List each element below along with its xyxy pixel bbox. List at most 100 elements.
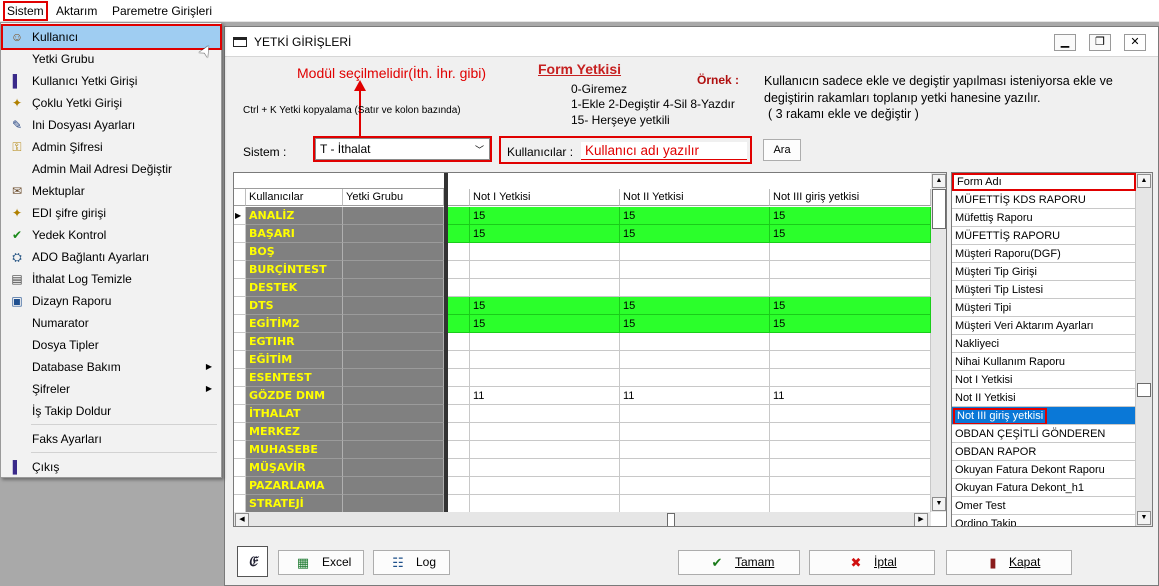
grid-cell-not2[interactable]: 15	[620, 297, 770, 315]
grid-cell-not2[interactable]	[620, 459, 770, 477]
grid-cell-not3[interactable]	[770, 477, 931, 495]
minimize-button[interactable]: ▁	[1054, 34, 1076, 51]
grid-cell-yetki-grubu[interactable]	[343, 369, 444, 387]
grid-cell-not3[interactable]: 15	[770, 315, 931, 333]
grid-cell-user[interactable]: GÖZDE DNM	[246, 387, 343, 405]
grid-cell-not3[interactable]: 15	[770, 297, 931, 315]
grid-cell-not2[interactable]	[620, 423, 770, 441]
grid-cell-not2[interactable]	[620, 405, 770, 423]
grid-cell-not1[interactable]: 15	[470, 207, 620, 225]
grid-cell-user[interactable]: EGİTİM2	[246, 315, 343, 333]
excel-button[interactable]: ▦ Excel	[278, 550, 364, 575]
grid-cell-not1[interactable]	[470, 333, 620, 351]
grid-cell-not3[interactable]: 11	[770, 387, 931, 405]
grid-cell-blank[interactable]	[448, 351, 470, 369]
form-list-item[interactable]: Not I Yetkisi	[952, 371, 1136, 389]
grid-cell-user[interactable]: EGTIHR	[246, 333, 343, 351]
menu-item-12[interactable]: ▣ Dizayn Raporu	[3, 290, 220, 312]
grid-cell-not3[interactable]	[770, 333, 931, 351]
grid-cell-not3[interactable]	[770, 351, 931, 369]
grid-cell-not2[interactable]	[620, 369, 770, 387]
menu-item-9[interactable]: ✔ Yedek Kontrol	[3, 224, 220, 246]
scroll-left-icon[interactable]: ◀	[235, 513, 249, 526]
form-list-item[interactable]: Müşteri Tip Girişi	[952, 263, 1136, 281]
form-list-item[interactable]: Müşteri Tip Listesi	[952, 281, 1136, 299]
row-indicator[interactable]	[234, 243, 246, 261]
grid-cell-not1[interactable]	[470, 279, 620, 297]
grid-cell-user[interactable]: DESTEK	[246, 279, 343, 297]
menu-item-15[interactable]: Database Bakım ▶	[3, 356, 220, 378]
form-list-item[interactable]: Nihai Kullanım Raporu	[952, 353, 1136, 371]
form-list-item[interactable]: Müfettiş Raporu	[952, 209, 1136, 227]
row-indicator[interactable]	[234, 279, 246, 297]
grid-cell-blank[interactable]	[448, 405, 470, 423]
grid-cell-not3[interactable]: 15	[770, 225, 931, 243]
grid-cell-not2[interactable]	[620, 477, 770, 495]
grid-cell-yetki-grubu[interactable]	[343, 297, 444, 315]
grid-cell-not1[interactable]	[470, 369, 620, 387]
tamam-button[interactable]: ✔ Tamam	[678, 550, 800, 575]
grid-cell-blank[interactable]	[448, 495, 470, 513]
form-list-item[interactable]: Okuyan Fatura Dekont_h1	[952, 479, 1136, 497]
grid-cell-not3[interactable]	[770, 441, 931, 459]
menu-item-0[interactable]: ☺ Kullanıcı	[1, 24, 222, 50]
kapat-button[interactable]: ▮ Kapat	[946, 550, 1072, 575]
ara-button[interactable]: Ara	[763, 139, 801, 161]
grid-cell-not2[interactable]: 15	[620, 315, 770, 333]
list-scroll-down-icon[interactable]: ▼	[1137, 511, 1151, 525]
grid-header-kullanicilar[interactable]: Kullanıcılar	[246, 189, 343, 206]
sistem-combo[interactable]: T - İthalat ﹀	[313, 136, 492, 162]
grid-cell-not1[interactable]: 15	[470, 315, 620, 333]
grid-cell-not1[interactable]	[470, 423, 620, 441]
grid-cell-yetki-grubu[interactable]	[343, 441, 444, 459]
grid-cell-not2[interactable]	[620, 333, 770, 351]
menu-item-14[interactable]: Dosya Tipler	[3, 334, 220, 356]
kullanicilar-input[interactable]: Kullanıcı adı yazılır	[581, 142, 747, 160]
scroll-down-icon[interactable]: ▼	[932, 497, 946, 511]
grid-cell-not2[interactable]	[620, 261, 770, 279]
form-list-vscrollbar[interactable]: ▲ ▼	[1136, 173, 1152, 526]
scroll-up-icon[interactable]: ▲	[932, 174, 946, 188]
form-list-item[interactable]: MÜFETTİŞ RAPORU	[952, 227, 1136, 245]
row-indicator[interactable]	[234, 441, 246, 459]
row-indicator[interactable]	[234, 459, 246, 477]
row-indicator[interactable]	[234, 477, 246, 495]
grid-cell-not1[interactable]: 11	[470, 387, 620, 405]
grid-cell-yetki-grubu[interactable]	[343, 477, 444, 495]
grid-cell-yetki-grubu[interactable]	[343, 423, 444, 441]
menu-item-19[interactable]: ▌ Çıkış	[3, 456, 220, 478]
close-button[interactable]: ✕	[1124, 34, 1146, 51]
grid-cell-blank[interactable]	[448, 243, 470, 261]
grid-cell-user[interactable]: İTHALAT	[246, 405, 343, 423]
grid-cell-blank[interactable]	[448, 297, 470, 315]
grid-cell-yetki-grubu[interactable]	[343, 351, 444, 369]
form-list-item[interactable]: MÜFETTİŞ KDS RAPORU	[952, 191, 1136, 209]
grid-cell-not1[interactable]	[470, 477, 620, 495]
menu-aktarim[interactable]: Aktarım	[54, 3, 99, 19]
grid-cell-user[interactable]: DTS	[246, 297, 343, 315]
row-indicator[interactable]	[234, 405, 246, 423]
grid-cell-blank[interactable]	[448, 477, 470, 495]
grid-hscroll-thumb[interactable]	[667, 513, 675, 526]
form-list-item[interactable]: Okuyan Fatura Dekont Raporu	[952, 461, 1136, 479]
grid-cell-not2[interactable]	[620, 351, 770, 369]
grid-cell-not3[interactable]: 15	[770, 207, 931, 225]
row-indicator[interactable]	[234, 333, 246, 351]
grid-cell-not2[interactable]: 11	[620, 387, 770, 405]
grid-cell-blank[interactable]	[448, 225, 470, 243]
menu-item-18[interactable]: Faks Ayarları	[3, 428, 220, 450]
grid-cell-blank[interactable]	[448, 441, 470, 459]
menu-item-11[interactable]: ▤ İthalat Log Temizle	[3, 268, 220, 290]
grid-cell-user[interactable]: MERKEZ	[246, 423, 343, 441]
menu-item-16[interactable]: Şifreler ▶	[3, 378, 220, 400]
grid-cell-yetki-grubu[interactable]	[343, 243, 444, 261]
grid-cell-user[interactable]: BURÇİNTEST	[246, 261, 343, 279]
restore-button[interactable]: ❐	[1089, 34, 1111, 51]
grid-cell-user[interactable]: EĞİTİM	[246, 351, 343, 369]
grid-cell-blank[interactable]	[448, 423, 470, 441]
grid-cell-not1[interactable]	[470, 459, 620, 477]
grid-cell-not2[interactable]	[620, 441, 770, 459]
row-indicator[interactable]	[234, 225, 246, 243]
row-indicator[interactable]	[234, 261, 246, 279]
grid-hscrollbar[interactable]: ◀ ▶	[234, 512, 931, 526]
